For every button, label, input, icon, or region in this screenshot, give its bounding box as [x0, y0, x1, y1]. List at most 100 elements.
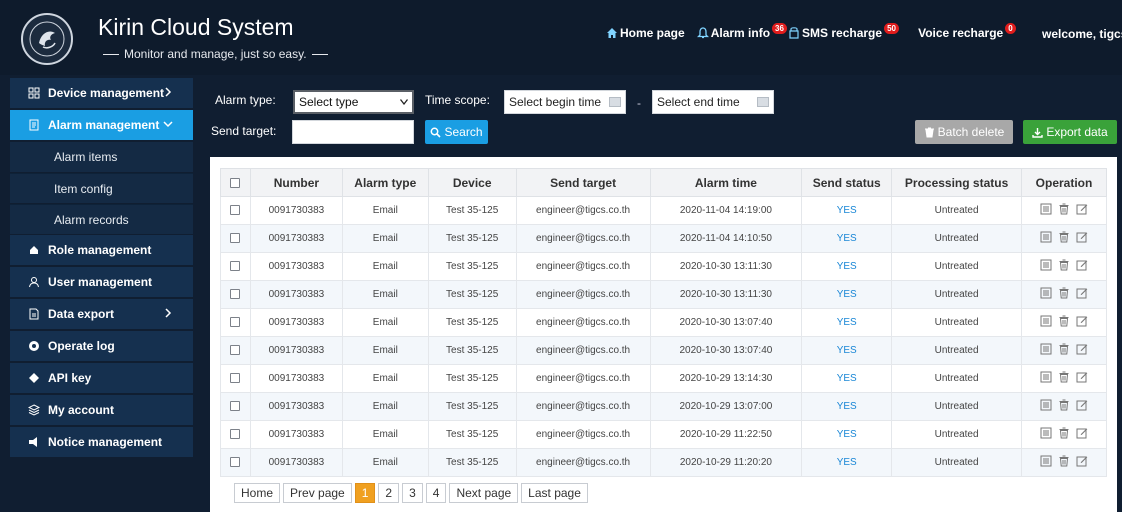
delete-icon[interactable]: [1058, 371, 1070, 383]
edit-icon[interactable]: [1076, 315, 1088, 327]
sidebar-item-label: Role management: [48, 243, 152, 257]
column-header[interactable]: Device: [427, 168, 517, 197]
edit-icon[interactable]: [1076, 203, 1088, 215]
sidebar-item-role-management[interactable]: Role management: [10, 235, 193, 265]
select-all-checkbox[interactable]: [230, 178, 241, 189]
table-row[interactable]: 0091730383 Email Test 35-125 engineer@tigcs…: [220, 336, 1107, 365]
page-last-button[interactable]: Last page: [521, 483, 588, 503]
sidebar-item-label: User management: [48, 275, 153, 289]
table-row[interactable]: 0091730383 Email Test 35-125 engineer@tigcs…: [220, 364, 1107, 393]
row-checkbox[interactable]: [230, 345, 241, 356]
column-header[interactable]: Send status: [801, 168, 893, 197]
page-next-button[interactable]: Next page: [449, 483, 519, 503]
edit-icon[interactable]: [1076, 231, 1088, 243]
detail-icon[interactable]: [1040, 427, 1052, 439]
sidebar-item-my-account[interactable]: My account: [10, 395, 193, 425]
table-row[interactable]: 0091730383 Email Test 35-125 engineer@tigcs…: [220, 392, 1107, 421]
column-header[interactable]: Send target: [515, 168, 651, 197]
detail-icon[interactable]: [1040, 455, 1052, 467]
delete-icon[interactable]: [1058, 231, 1070, 243]
delete-icon[interactable]: [1058, 427, 1070, 439]
device-cell: Test 35-125: [427, 280, 517, 309]
delete-icon[interactable]: [1058, 399, 1070, 411]
detail-icon[interactable]: [1040, 315, 1052, 327]
detail-icon[interactable]: [1040, 259, 1052, 271]
detail-icon[interactable]: [1040, 371, 1052, 383]
begin-time-input[interactable]: Select begin time: [504, 90, 626, 114]
row-checkbox[interactable]: [230, 317, 241, 328]
row-checkbox[interactable]: [230, 429, 241, 440]
key-icon: [29, 373, 39, 383]
page-2-button[interactable]: 2: [378, 483, 400, 503]
detail-icon[interactable]: [1040, 287, 1052, 299]
edit-icon[interactable]: [1076, 343, 1088, 355]
row-select-cell: [220, 252, 251, 281]
delete-icon[interactable]: [1058, 315, 1070, 327]
detail-icon[interactable]: [1040, 399, 1052, 411]
sidebar-sub-item-config[interactable]: Item config: [10, 173, 193, 203]
sidebar-item-label: Device management: [48, 86, 165, 100]
column-header[interactable]: Alarm type: [341, 168, 429, 197]
row-checkbox[interactable]: [230, 401, 241, 412]
nav-home[interactable]: Home page: [606, 26, 685, 40]
export-data-button[interactable]: Export data: [1023, 120, 1117, 144]
sidebar-item-api-key[interactable]: API key: [10, 363, 193, 393]
welcome-user[interactable]: welcome, tigcs: [1042, 27, 1122, 41]
row-checkbox[interactable]: [230, 457, 241, 468]
page-prev-button[interactable]: Prev page: [283, 483, 352, 503]
row-checkbox[interactable]: [230, 233, 241, 244]
row-checkbox[interactable]: [230, 261, 241, 272]
detail-icon[interactable]: [1040, 203, 1052, 215]
edit-icon[interactable]: [1076, 455, 1088, 467]
table-row[interactable]: 0091730383 Email Test 35-125 engineer@tigcs…: [220, 224, 1107, 253]
nav-sms-recharge[interactable]: SMS recharge 50: [788, 23, 899, 40]
row-select-cell: [220, 420, 251, 449]
row-checkbox[interactable]: [230, 205, 241, 216]
page-4-button[interactable]: 4: [425, 483, 447, 503]
sidebar-item-data-export[interactable]: Data export: [10, 299, 193, 329]
column-header[interactable]: Processing status: [891, 168, 1022, 197]
table-row[interactable]: 0091730383 Email Test 35-125 engineer@tigcs…: [220, 420, 1107, 449]
edit-icon[interactable]: [1076, 427, 1088, 439]
delete-icon[interactable]: [1058, 259, 1070, 271]
end-time-input[interactable]: Select end time: [652, 90, 774, 114]
search-button[interactable]: Search: [425, 120, 488, 144]
page-1-button[interactable]: 1: [354, 483, 376, 503]
sidebar-item-user-management[interactable]: User management: [10, 267, 193, 297]
delete-icon[interactable]: [1058, 287, 1070, 299]
row-checkbox[interactable]: [230, 373, 241, 384]
detail-icon[interactable]: [1040, 231, 1052, 243]
page-home-button[interactable]: Home: [234, 483, 281, 503]
delete-icon[interactable]: [1058, 343, 1070, 355]
sidebar-item-device-management[interactable]: Device management: [10, 78, 193, 108]
send-target-input[interactable]: [292, 120, 414, 144]
alarm-type-value: Select type: [299, 95, 359, 109]
edit-icon[interactable]: [1076, 399, 1088, 411]
table-row[interactable]: 0091730383 Email Test 35-125 engineer@tigcs…: [220, 196, 1107, 225]
table-row[interactable]: 0091730383 Email Test 35-125 engineer@tigcs…: [220, 308, 1107, 337]
sidebar-item-alarm-management[interactable]: Alarm management: [10, 110, 193, 140]
page-3-button[interactable]: 3: [402, 483, 423, 503]
edit-icon[interactable]: [1076, 371, 1088, 383]
alarm-type-label: Alarm type:: [215, 93, 276, 107]
detail-icon[interactable]: [1040, 343, 1052, 355]
nav-voice-recharge[interactable]: Voice recharge 0: [918, 23, 1016, 40]
row-checkbox[interactable]: [230, 289, 241, 300]
edit-icon[interactable]: [1076, 259, 1088, 271]
sidebar-sub-alarm-items[interactable]: Alarm items: [10, 142, 193, 172]
table-row[interactable]: 0091730383 Email Test 35-125 engineer@tigcs…: [220, 252, 1107, 281]
table-row[interactable]: 0091730383 Email Test 35-125 engineer@tigcs…: [220, 448, 1107, 477]
sidebar-item-operate-log[interactable]: Operate log: [10, 331, 193, 361]
table-row[interactable]: 0091730383 Email Test 35-125 engineer@tigcs…: [220, 280, 1107, 309]
processing-status-cell: Untreated: [891, 448, 1022, 477]
column-header[interactable]: Alarm time: [649, 168, 803, 197]
delete-icon[interactable]: [1058, 203, 1070, 215]
column-header[interactable]: Number: [249, 168, 343, 197]
delete-icon[interactable]: [1058, 455, 1070, 467]
batch-delete-button[interactable]: Batch delete: [915, 120, 1013, 144]
sidebar-sub-alarm-records[interactable]: Alarm records: [10, 204, 193, 234]
alarm-type-select[interactable]: Select type: [293, 90, 414, 114]
nav-alarm-info[interactable]: Alarm info 36: [696, 23, 787, 40]
sidebar-item-notice-management[interactable]: Notice management: [10, 427, 193, 457]
edit-icon[interactable]: [1076, 287, 1088, 299]
